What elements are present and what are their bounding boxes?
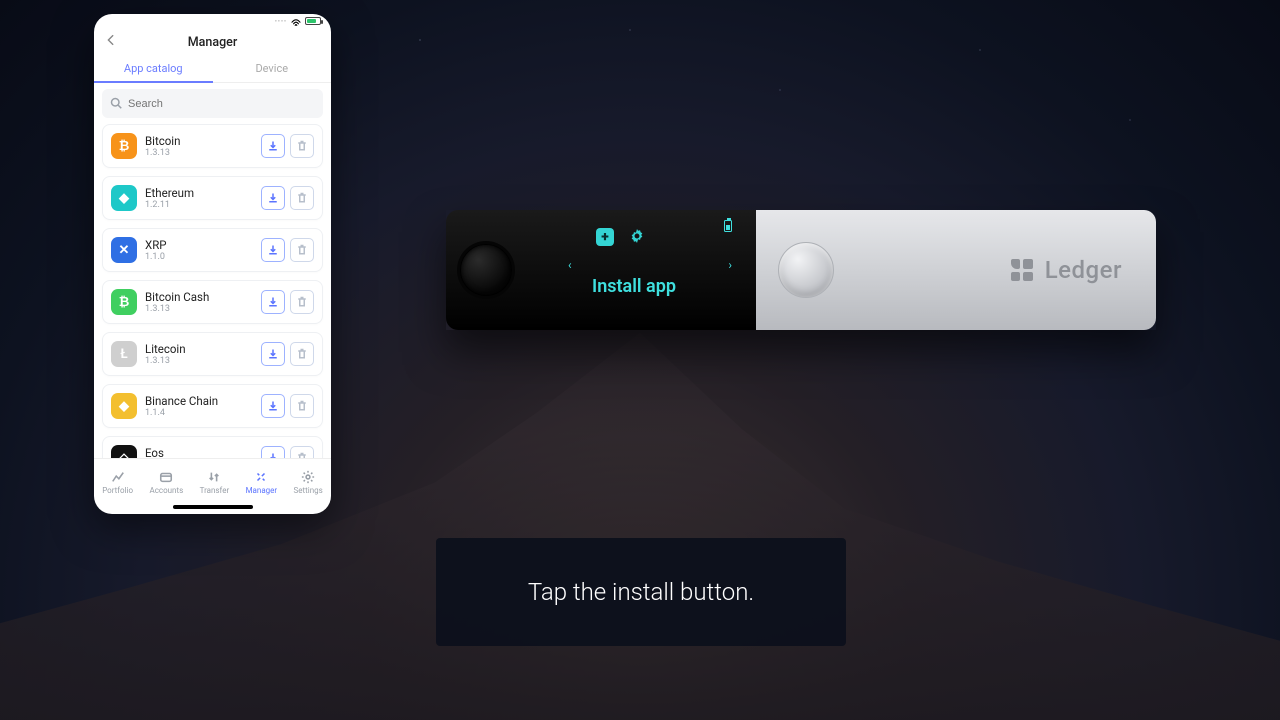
ledger-logo-icon — [1011, 259, 1033, 281]
app-version: 1.3.13 — [145, 304, 261, 314]
binance-icon: ◆ — [111, 393, 137, 419]
bitcoin-icon: ₿ — [111, 133, 137, 159]
ledger-brand: Ledger — [1011, 256, 1122, 284]
uninstall-button[interactable] — [290, 238, 314, 262]
app-row-binance-chain: ◆ Binance Chain1.1.4 — [102, 384, 323, 428]
uninstall-button[interactable] — [290, 186, 314, 210]
app-row-bitcoin: ₿ Bitcoin1.3.13 — [102, 124, 323, 168]
uninstall-button[interactable] — [290, 342, 314, 366]
search-field[interactable] — [102, 89, 323, 118]
search-icon — [110, 94, 122, 113]
tutorial-frame: •••• Manager App catalog Device — [0, 0, 1280, 720]
phone-mock: •••• Manager App catalog Device — [94, 14, 331, 514]
status-bar: •••• — [94, 14, 331, 28]
app-catalog-list[interactable]: ₿ Bitcoin1.3.13 ◆ Ethereum1.2.11 ✕ XRP1.… — [94, 124, 331, 458]
device-body: + ‹ › Install app — [446, 210, 756, 330]
device-left-button[interactable] — [460, 244, 512, 296]
bottom-nav: Portfolio Accounts Transfer Manager Sett… — [94, 458, 331, 502]
app-version: 1.1.0 — [145, 252, 261, 262]
header: Manager — [94, 28, 331, 56]
litecoin-icon: Ł — [111, 341, 137, 367]
ledger-logo-text: Ledger — [1045, 256, 1122, 284]
bitcoin-cash-icon: ₿ — [111, 289, 137, 315]
device-battery-icon — [724, 220, 732, 232]
home-indicator — [173, 505, 253, 509]
device-right-button[interactable] — [778, 242, 834, 298]
page-title: Manager — [188, 35, 238, 50]
ledger-device: + ‹ › Install app Ledger — [446, 210, 1156, 330]
app-row-eos: ◇ Eos1.3.0 — [102, 436, 323, 458]
app-name: Eos — [145, 446, 261, 458]
app-version: 1.1.4 — [145, 408, 261, 418]
tutorial-caption: Tap the install button. — [436, 538, 846, 646]
device-screen: + ‹ › Install app — [512, 210, 756, 330]
device-screen-text: Install app — [512, 276, 756, 297]
app-row-litecoin: Ł Litecoin1.3.13 — [102, 332, 323, 376]
app-row-ethereum: ◆ Ethereum1.2.11 — [102, 176, 323, 220]
device-install-icon: + — [596, 228, 614, 246]
app-version: 1.3.13 — [145, 148, 261, 158]
back-icon[interactable] — [104, 33, 118, 51]
app-name: Bitcoin Cash — [145, 290, 261, 304]
uninstall-button[interactable] — [290, 394, 314, 418]
app-row-bitcoin-cash: ₿ Bitcoin Cash1.3.13 — [102, 280, 323, 324]
chevron-right-icon: › — [728, 258, 732, 272]
device-nav-arrows: ‹ › — [568, 258, 732, 272]
install-button[interactable] — [261, 394, 285, 418]
tabs: App catalog Device — [94, 56, 331, 83]
install-button[interactable] — [261, 238, 285, 262]
nav-accounts[interactable]: Accounts — [149, 470, 183, 495]
app-name: Ethereum — [145, 186, 261, 200]
caption-text: Tap the install button. — [528, 578, 754, 606]
uninstall-button[interactable] — [290, 134, 314, 158]
app-name: XRP — [145, 238, 261, 252]
search-input[interactable] — [128, 98, 315, 110]
app-name: Bitcoin — [145, 134, 261, 148]
device-cover: Ledger — [756, 210, 1156, 330]
uninstall-button[interactable] — [290, 446, 314, 458]
install-button[interactable] — [261, 342, 285, 366]
app-version: 1.2.11 — [145, 200, 261, 210]
xrp-icon: ✕ — [111, 237, 137, 263]
app-name: Litecoin — [145, 342, 261, 356]
install-button[interactable] — [261, 134, 285, 158]
nav-settings[interactable]: Settings — [294, 470, 323, 495]
nav-manager[interactable]: Manager — [246, 470, 278, 495]
battery-icon — [305, 17, 321, 25]
eos-icon: ◇ — [111, 445, 137, 458]
device-settings-icon — [630, 228, 644, 242]
chevron-left-icon: ‹ — [568, 258, 572, 272]
install-button[interactable] — [261, 186, 285, 210]
app-row-xrp: ✕ XRP1.1.0 — [102, 228, 323, 272]
install-button[interactable] — [261, 446, 285, 458]
cell-signal-icon: •••• — [275, 18, 287, 25]
nav-portfolio[interactable]: Portfolio — [102, 470, 133, 495]
nav-transfer[interactable]: Transfer — [200, 470, 230, 495]
tab-device[interactable]: Device — [213, 56, 332, 82]
app-name: Binance Chain — [145, 394, 261, 408]
tab-app-catalog[interactable]: App catalog — [94, 56, 213, 83]
install-button[interactable] — [261, 290, 285, 314]
uninstall-button[interactable] — [290, 290, 314, 314]
app-version: 1.3.13 — [145, 356, 261, 366]
ethereum-icon: ◆ — [111, 185, 137, 211]
